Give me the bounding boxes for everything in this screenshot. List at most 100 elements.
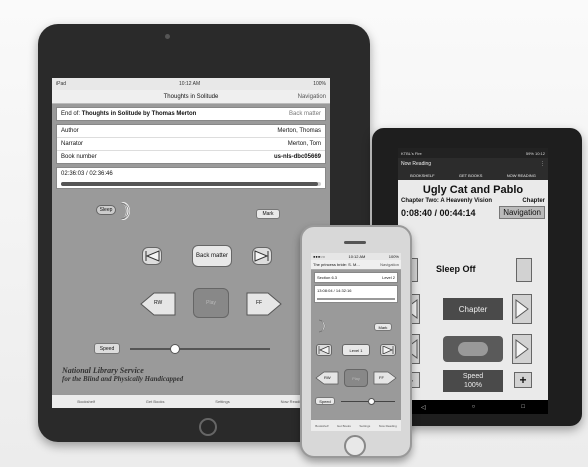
fast-forward-button[interactable]: FF [246,292,282,316]
tab-get-books[interactable]: Get Books [146,399,165,404]
level-button[interactable]: Level 1 [342,344,370,356]
sleep-off-label: Sleep Off [436,264,476,274]
play-button[interactable]: Play [193,288,229,318]
speed-slider[interactable] [341,398,395,405]
tab-settings[interactable]: Settings [359,424,370,428]
mark-label: Mark [378,324,388,330]
mark-label: Mark [262,211,274,217]
speed-label: Speed [319,398,331,404]
narrator-label: Narrator [61,141,84,147]
ipad-screen: iPad 10:12 AM 100% Thoughts in Solitude … [52,78,330,408]
back-matter-button[interactable]: Back matter [192,245,232,267]
progress-track[interactable] [61,182,321,186]
rw-label: RW [154,300,163,306]
navigation-link[interactable]: Navigation [380,262,399,267]
ff-label: FF [379,375,384,380]
speed-slider[interactable] [130,344,270,354]
chapter-button[interactable]: Chapter [443,298,503,320]
overflow-menu-icon[interactable]: ⋮ [540,161,545,167]
moon-icon[interactable] [315,319,327,333]
tab-get-books[interactable]: GET BOOKS [459,173,483,178]
iphone-status-bar: ●●●○○ 10:12 AM 100% [311,253,401,260]
back-matter-label: Back matter [195,253,228,259]
nav-title: Thoughts in Solitude [163,93,219,100]
status-signal: ●●●○○ [313,254,326,259]
mark-button[interactable] [516,258,532,282]
play-button[interactable] [443,336,503,362]
chapter-row: Chapter Two: A Heavenly Vision Chapter [398,198,548,204]
book-number-label: Book number [61,154,97,160]
status-battery: 100% [313,81,326,87]
section-label: Section 6.3 [317,275,338,280]
moon-icon [116,202,130,220]
playback-time: 13:08:04 / 14:32:16 [317,288,352,293]
iphone-home-button[interactable] [344,435,366,457]
status-time: 10:12 AM [179,81,201,87]
recents-icon[interactable]: □ [521,404,525,410]
progress-track[interactable] [317,298,395,300]
tab-now-reading[interactable]: NOW READING [507,173,536,178]
skip-back-icon [145,250,160,262]
speed-value: 100% [464,382,482,389]
rw-label: RW [324,375,331,380]
tab-bookshelf[interactable]: Bookshelf [77,399,95,404]
speed-slider-knob[interactable] [367,398,375,405]
kindle-screen: KTBL's Fire 59% 10:12 Now Reading ⋮ BOOK… [398,148,548,400]
end-of-card: End of: Thoughts in Solitude by Thomas M… [56,107,326,121]
tab-bookshelf[interactable]: BOOKSHELF [410,173,434,178]
skip-forward-icon [254,250,269,262]
iphone-screen: ●●●○○ 10:12 AM 100% The princess bride: … [311,253,401,431]
next-button[interactable] [252,247,272,265]
book-number-row: Book number us-nls-dbc05669 [57,151,325,163]
speed-button[interactable]: Speed [315,397,335,405]
ipad-home-button[interactable] [199,418,217,436]
iphone-tab-bar: Bookshelf Get Books Settings Now Reading [311,419,401,431]
sleep-label: Sleep [99,207,113,213]
progress-fill [61,182,319,186]
navigation-button[interactable]: Navigation [499,206,545,219]
fast-forward-button[interactable] [512,334,532,364]
tab-now-reading[interactable]: Now Reading [379,424,397,428]
next-button[interactable] [380,344,396,356]
mark-button[interactable]: Mark [256,209,280,219]
author-row: Author Merton, Thomas [57,125,325,138]
fast-forward-icon [515,339,529,359]
skip-forward-icon [382,346,394,354]
sleep-button[interactable]: Sleep [96,205,116,215]
status-battery: 100% [388,254,399,259]
previous-button[interactable] [316,344,332,356]
previous-button[interactable] [142,247,162,265]
speed-button[interactable]: Speed [94,343,120,354]
kindle-status-bar: KTBL's Fire 59% 10:12 [398,148,548,158]
tab-settings[interactable]: Settings [215,399,229,404]
time-row: 0:08:40 / 00:44:14 Navigation [398,204,548,221]
ipad-nav-bar: Thoughts in Solitude Navigation [52,90,330,104]
playback-time: 02:36:03 / 02:36:46 [61,171,113,177]
navigation-link[interactable]: Navigation [298,94,326,100]
fast-forward-button[interactable]: FF [373,371,397,385]
end-of-prefix: End of: [61,111,81,117]
play-button[interactable]: Play [344,369,368,387]
playback-time: 0:08:40 / 00:44:14 [401,207,476,218]
ff-label: FF [256,300,263,306]
status-time: 10:12 AM [348,254,366,259]
rewind-button[interactable]: RW [140,292,176,316]
rewind-button[interactable]: RW [315,371,339,385]
mark-button[interactable]: Mark [374,323,392,331]
narrator-row: Narrator Merton, Tom [57,138,325,151]
home-icon[interactable]: ○ [472,404,476,410]
kindle-device-name: KTBL's Fire [401,150,422,156]
next-button[interactable] [512,294,532,324]
nls-caption-line1: National Library Service [62,366,144,375]
nav-title: The princess bride: S. M... [313,262,360,267]
iphone-nav-bar: The princess bride: S. M... Navigation [311,260,401,270]
end-of-title: Thoughts in Solitude by Thomas Merton [81,111,197,117]
speed-slider-knob[interactable] [169,344,180,354]
nls-caption-line2: for the Blind and Physically Handicapped [62,375,184,383]
tab-get-books[interactable]: Get Books [337,424,351,428]
back-icon[interactable]: ◁ [421,404,426,411]
time-card: 02:36:03 / 02:36:46 [56,167,326,189]
time-card: 13:08:04 / 14:32:16 [314,285,398,303]
tab-bookshelf[interactable]: Bookshelf [315,424,328,428]
speed-plus-button[interactable]: + [514,372,532,388]
